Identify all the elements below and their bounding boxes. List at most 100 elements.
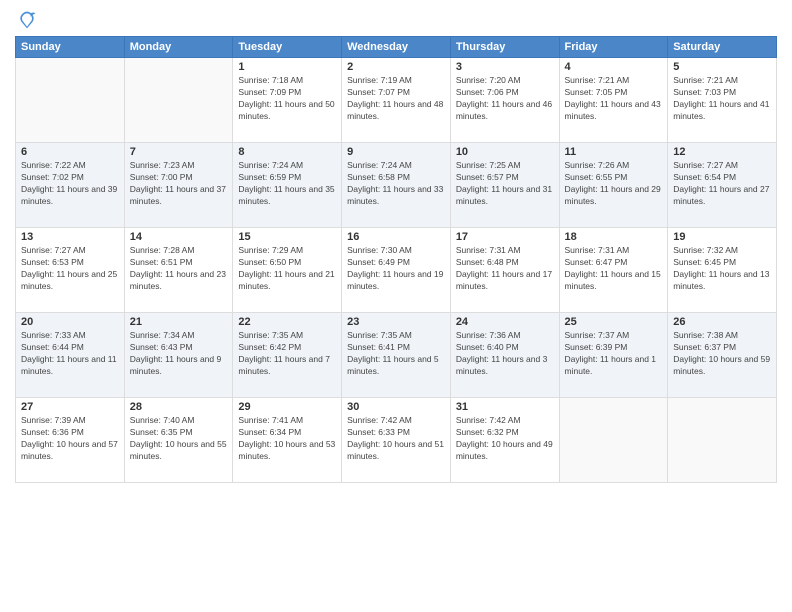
weekday-header-thursday: Thursday <box>450 37 559 58</box>
calendar-table: SundayMondayTuesdayWednesdayThursdayFrid… <box>15 36 777 483</box>
day-info: Sunrise: 7:32 AMSunset: 6:45 PMDaylight:… <box>673 245 771 293</box>
day-number: 28 <box>130 401 228 413</box>
calendar-day-cell: 23 Sunrise: 7:35 AMSunset: 6:41 PMDayligh… <box>342 313 451 398</box>
calendar-week-row: 13 Sunrise: 7:27 AMSunset: 6:53 PMDayligh… <box>16 228 777 313</box>
day-info: Sunrise: 7:35 AMSunset: 6:42 PMDaylight:… <box>238 330 336 378</box>
calendar-day-cell: 29 Sunrise: 7:41 AMSunset: 6:34 PMDayligh… <box>233 398 342 483</box>
calendar-day-cell: 22 Sunrise: 7:35 AMSunset: 6:42 PMDayligh… <box>233 313 342 398</box>
calendar-day-cell: 2Sunrise: 7:19 AMSunset: 7:07 PMDaylight… <box>342 58 451 143</box>
day-number: 10 <box>456 146 554 158</box>
day-info: Sunrise: 7:21 AMSunset: 7:05 PMDaylight:… <box>565 75 663 123</box>
calendar-day-cell: 15Sunrise: 7:29 AMSunset: 6:50 PMDayligh… <box>233 228 342 313</box>
day-info: Sunrise: 7:42 AMSunset: 6:32 PMDaylight:… <box>456 415 554 463</box>
day-number: 12 <box>673 146 771 158</box>
logo <box>15 10 37 30</box>
calendar-day-cell: 3 Sunrise: 7:20 AMSunset: 7:06 PMDaylight… <box>450 58 559 143</box>
day-info: Sunrise: 7:35 AMSunset: 6:41 PMDaylight:… <box>347 330 445 378</box>
calendar-day-cell: 11 Sunrise: 7:26 AMSunset: 6:55 PMDayligh… <box>559 143 668 228</box>
day-info: Sunrise: 7:30 AMSunset: 6:49 PMDaylight:… <box>347 245 445 293</box>
day-info: Sunrise: 7:19 AMSunset: 7:07 PMDaylight:… <box>347 75 445 123</box>
day-number: 1 <box>238 61 336 73</box>
weekday-header-friday: Friday <box>559 37 668 58</box>
calendar-week-row: 20 Sunrise: 7:33 AMSunset: 6:44 PMDayligh… <box>16 313 777 398</box>
day-info: Sunrise: 7:22 AMSunset: 7:02 PMDaylight:… <box>21 160 119 208</box>
day-number: 20 <box>21 316 119 328</box>
day-info: Sunrise: 7:28 AMSunset: 6:51 PMDaylight:… <box>130 245 228 293</box>
logo-bird-icon <box>17 10 37 30</box>
day-number: 8 <box>238 146 336 158</box>
calendar-day-cell: 25 Sunrise: 7:37 AMSunset: 6:39 PMDayligh… <box>559 313 668 398</box>
calendar-day-cell: 24 Sunrise: 7:36 AMSunset: 6:40 PMDayligh… <box>450 313 559 398</box>
calendar-day-cell: 18 Sunrise: 7:31 AMSunset: 6:47 PMDayligh… <box>559 228 668 313</box>
day-info: Sunrise: 7:20 AMSunset: 7:06 PMDaylight:… <box>456 75 554 123</box>
calendar-day-cell: 5Sunrise: 7:21 AMSunset: 7:03 PMDaylight… <box>668 58 777 143</box>
day-info: Sunrise: 7:31 AMSunset: 6:48 PMDaylight:… <box>456 245 554 293</box>
weekday-header-saturday: Saturday <box>668 37 777 58</box>
day-number: 4 <box>565 61 663 73</box>
day-info: Sunrise: 7:26 AMSunset: 6:55 PMDaylight:… <box>565 160 663 208</box>
day-number: 26 <box>673 316 771 328</box>
day-info: Sunrise: 7:31 AMSunset: 6:47 PMDaylight:… <box>565 245 663 293</box>
calendar-day-cell: 21Sunrise: 7:34 AMSunset: 6:43 PMDayligh… <box>124 313 233 398</box>
day-number: 23 <box>347 316 445 328</box>
day-info: Sunrise: 7:36 AMSunset: 6:40 PMDaylight:… <box>456 330 554 378</box>
day-info: Sunrise: 7:24 AMSunset: 6:59 PMDaylight:… <box>238 160 336 208</box>
calendar-week-row: 6 Sunrise: 7:22 AMSunset: 7:02 PMDaylight… <box>16 143 777 228</box>
page: SundayMondayTuesdayWednesdayThursdayFrid… <box>0 0 792 612</box>
day-info: Sunrise: 7:37 AMSunset: 6:39 PMDaylight:… <box>565 330 663 378</box>
calendar-day-cell <box>124 58 233 143</box>
day-info: Sunrise: 7:42 AMSunset: 6:33 PMDaylight:… <box>347 415 445 463</box>
day-info: Sunrise: 7:27 AMSunset: 6:53 PMDaylight:… <box>21 245 119 293</box>
day-number: 31 <box>456 401 554 413</box>
calendar-day-cell: 26 Sunrise: 7:38 AMSunset: 6:37 PMDayligh… <box>668 313 777 398</box>
calendar-day-cell: 16 Sunrise: 7:30 AMSunset: 6:49 PMDayligh… <box>342 228 451 313</box>
calendar-day-cell: 14 Sunrise: 7:28 AMSunset: 6:51 PMDayligh… <box>124 228 233 313</box>
calendar-day-cell <box>668 398 777 483</box>
day-info: Sunrise: 7:25 AMSunset: 6:57 PMDaylight:… <box>456 160 554 208</box>
day-info: Sunrise: 7:41 AMSunset: 6:34 PMDaylight:… <box>238 415 336 463</box>
day-number: 24 <box>456 316 554 328</box>
calendar-day-cell: 4 Sunrise: 7:21 AMSunset: 7:05 PMDaylight… <box>559 58 668 143</box>
calendar-day-cell: 19Sunrise: 7:32 AMSunset: 6:45 PMDayligh… <box>668 228 777 313</box>
weekday-header-tuesday: Tuesday <box>233 37 342 58</box>
day-number: 30 <box>347 401 445 413</box>
day-number: 17 <box>456 231 554 243</box>
calendar-day-cell: 27Sunrise: 7:39 AMSunset: 6:36 PMDayligh… <box>16 398 125 483</box>
calendar-day-cell: 13 Sunrise: 7:27 AMSunset: 6:53 PMDayligh… <box>16 228 125 313</box>
day-number: 29 <box>238 401 336 413</box>
calendar-day-cell: 7Sunrise: 7:23 AMSunset: 7:00 PMDaylight… <box>124 143 233 228</box>
day-info: Sunrise: 7:24 AMSunset: 6:58 PMDaylight:… <box>347 160 445 208</box>
day-number: 11 <box>565 146 663 158</box>
calendar-day-cell <box>16 58 125 143</box>
day-number: 16 <box>347 231 445 243</box>
day-info: Sunrise: 7:29 AMSunset: 6:50 PMDaylight:… <box>238 245 336 293</box>
calendar-week-row: 27Sunrise: 7:39 AMSunset: 6:36 PMDayligh… <box>16 398 777 483</box>
day-info: Sunrise: 7:39 AMSunset: 6:36 PMDaylight:… <box>21 415 119 463</box>
day-info: Sunrise: 7:33 AMSunset: 6:44 PMDaylight:… <box>21 330 119 378</box>
day-number: 25 <box>565 316 663 328</box>
day-number: 3 <box>456 61 554 73</box>
calendar-day-cell: 6 Sunrise: 7:22 AMSunset: 7:02 PMDaylight… <box>16 143 125 228</box>
calendar-day-cell: 1Sunrise: 7:18 AMSunset: 7:09 PMDaylight… <box>233 58 342 143</box>
day-number: 18 <box>565 231 663 243</box>
day-info: Sunrise: 7:38 AMSunset: 6:37 PMDaylight:… <box>673 330 771 378</box>
day-number: 14 <box>130 231 228 243</box>
day-number: 5 <box>673 61 771 73</box>
day-number: 13 <box>21 231 119 243</box>
weekday-header-sunday: Sunday <box>16 37 125 58</box>
day-number: 21 <box>130 316 228 328</box>
header <box>15 10 777 30</box>
calendar-day-cell: 10 Sunrise: 7:25 AMSunset: 6:57 PMDayligh… <box>450 143 559 228</box>
day-number: 7 <box>130 146 228 158</box>
calendar-day-cell: 12Sunrise: 7:27 AMSunset: 6:54 PMDayligh… <box>668 143 777 228</box>
calendar-week-row: 1Sunrise: 7:18 AMSunset: 7:09 PMDaylight… <box>16 58 777 143</box>
day-number: 6 <box>21 146 119 158</box>
weekday-header-wednesday: Wednesday <box>342 37 451 58</box>
calendar-header-row: SundayMondayTuesdayWednesdayThursdayFrid… <box>16 37 777 58</box>
day-number: 9 <box>347 146 445 158</box>
calendar-day-cell: 17 Sunrise: 7:31 AMSunset: 6:48 PMDayligh… <box>450 228 559 313</box>
calendar-day-cell: 9 Sunrise: 7:24 AMSunset: 6:58 PMDaylight… <box>342 143 451 228</box>
day-number: 22 <box>238 316 336 328</box>
calendar-day-cell <box>559 398 668 483</box>
calendar-day-cell: 30 Sunrise: 7:42 AMSunset: 6:33 PMDayligh… <box>342 398 451 483</box>
